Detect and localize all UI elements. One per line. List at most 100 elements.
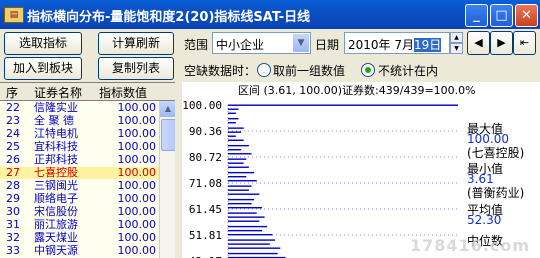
- row-stock-name: 全 聚 德: [34, 114, 74, 127]
- histogram-bar: [228, 247, 281, 249]
- row-stock-name: 七喜控股: [34, 166, 78, 179]
- radio-prev-value[interactable]: [257, 63, 271, 77]
- histogram-bar: [228, 189, 249, 191]
- spin-up-icon[interactable]: ▲: [450, 32, 463, 43]
- copy-list-button[interactable]: 复制列表: [98, 57, 174, 80]
- row-indicator-value: 100.00: [117, 205, 157, 218]
- watermark: 178416.com: [410, 236, 531, 255]
- date-day: 19日: [414, 38, 442, 52]
- row-stock-name: 江特电机: [34, 127, 78, 140]
- row-index: 25: [6, 140, 20, 153]
- histogram-bar: [228, 243, 270, 245]
- table-row[interactable]: 25 宜科科技 100.00: [0, 141, 175, 153]
- table-row[interactable]: 26 正邦科技 100.00: [0, 154, 175, 166]
- row-indicator-value: 100.00: [117, 231, 157, 244]
- histogram-bar: [228, 185, 252, 187]
- row-stock-name: 三钢闽光: [34, 179, 78, 192]
- histogram-bar: [228, 166, 249, 168]
- spin-down-icon[interactable]: ▼: [450, 43, 463, 54]
- table-row[interactable]: 23 全 聚 德 100.00: [0, 115, 175, 127]
- histogram-bar: [228, 212, 257, 214]
- table-row[interactable]: 30 宋信股份 100.00: [0, 206, 175, 218]
- histogram-bar: [228, 135, 236, 137]
- table-row[interactable]: 31 丽江旅游 100.00: [0, 219, 175, 231]
- stock-table[interactable]: 序 证券名称 指标数值 22 信隆实业 100.00 23 全 聚 德 100.00 24 江…: [0, 82, 175, 258]
- row-stock-name: 宋信股份: [34, 205, 78, 218]
- row-index: 27: [6, 166, 20, 179]
- add-to-block-button[interactable]: 加入到板块: [4, 57, 82, 80]
- scroll-thumb[interactable]: [161, 119, 175, 151]
- histogram-bar: [228, 207, 262, 209]
- table-row[interactable]: 24 江特电机 100.00: [0, 128, 175, 140]
- distribution-chart: 区间 (3.61, 100.00)证券数:439/439=100.0% 100.0…: [182, 82, 540, 258]
- histogram-bar: [228, 117, 239, 120]
- radio-exclude-label: 不统计在内: [378, 64, 439, 78]
- table-row[interactable]: 28 三钢闽光 100.00: [0, 180, 175, 192]
- row-index: 30: [6, 205, 20, 218]
- empty-data-label: 空缺数据时：: [184, 64, 257, 78]
- header-name[interactable]: 证券名称: [34, 84, 82, 101]
- range-label: 范围: [184, 38, 209, 52]
- date-value: 2010年 7月19日: [348, 36, 442, 53]
- next-day-button[interactable]: ▶: [490, 31, 513, 55]
- row-index: 32: [6, 231, 20, 244]
- histogram-bar: [228, 162, 244, 164]
- table-scrollbar[interactable]: ▲: [159, 101, 175, 258]
- radio-exclude[interactable]: [361, 63, 375, 77]
- date-label: 日期: [315, 38, 340, 52]
- scroll-up-icon[interactable]: ▲: [160, 101, 175, 117]
- histogram-bar: [228, 139, 244, 141]
- date-year: 2010年: [348, 38, 391, 52]
- histogram-bar: [228, 220, 260, 222]
- row-indicator-value: 100.00: [117, 140, 157, 153]
- histogram-bar: [228, 171, 255, 174]
- chart-app-icon[interactable]: ▤: [4, 7, 24, 23]
- row-index: 28: [6, 179, 20, 192]
- chevron-down-icon[interactable]: ▼: [293, 34, 309, 52]
- radio-prev-label: 取前一组数值: [273, 64, 346, 78]
- y-tick-label: 71.08: [189, 177, 222, 190]
- avg-value: 52.30: [467, 213, 502, 227]
- y-tick-label: 100.00: [182, 99, 222, 112]
- histogram-bar: [228, 158, 247, 160]
- first-day-button[interactable]: ⇤: [513, 31, 536, 55]
- close-button[interactable]: ✕: [515, 4, 538, 27]
- table-header: 序 证券名称 指标数值: [0, 83, 175, 101]
- row-indicator-value: 100.00: [117, 127, 157, 140]
- row-indicator-value: 100.00: [117, 153, 157, 166]
- header-value[interactable]: 指标数值: [99, 84, 147, 101]
- range-value: 中小企业: [216, 38, 265, 52]
- y-tick-label: 80.72: [189, 151, 222, 164]
- histogram-bar: [228, 225, 268, 228]
- row-index: 22: [6, 101, 20, 114]
- calc-refresh-button[interactable]: 计算刷新: [98, 32, 174, 55]
- row-stock-name: 丽江旅游: [34, 218, 78, 231]
- date-picker[interactable]: 2010年 7月19日: [344, 32, 450, 54]
- histogram-bar: [228, 127, 244, 129]
- title-bar[interactable]: ▤ 指标横向分布-量能饱和度2(20)指标线SAT-日线 _ □ ✕: [0, 0, 540, 29]
- table-row[interactable]: 33 中钢天源 100.00: [0, 245, 175, 257]
- range-select[interactable]: 中小企业 ▼: [212, 32, 311, 54]
- date-spinner[interactable]: ▲ ▼: [450, 32, 463, 54]
- window-title: 指标横向分布-量能饱和度2(20)指标线SAT-日线: [27, 10, 311, 25]
- row-index: 24: [6, 127, 20, 140]
- row-indicator-value: 100.00: [117, 192, 157, 205]
- minimize-button[interactable]: _: [465, 4, 488, 27]
- histogram-bar: [228, 131, 242, 133]
- row-indicator-value: 100.00: [117, 166, 157, 179]
- row-indicator-value: 100.00: [117, 114, 157, 127]
- header-index[interactable]: 序: [6, 84, 18, 101]
- indicator-distribution-window: ▤ 指标横向分布-量能饱和度2(20)指标线SAT-日线 _ □ ✕ 选取指标 …: [0, 0, 540, 258]
- date-month: 7月: [390, 38, 414, 52]
- table-row[interactable]: 22 信隆实业 100.00: [0, 102, 175, 114]
- histogram-bar: [228, 180, 257, 182]
- table-row[interactable]: 32 露天煤业 100.00: [0, 232, 175, 244]
- histogram-bar: [228, 104, 458, 106]
- histogram-bar: [228, 149, 242, 151]
- table-row[interactable]: 27 七喜控股 100.00: [0, 167, 175, 179]
- maximize-button[interactable]: □: [490, 4, 513, 27]
- table-row[interactable]: 29 顺络电子 100.00: [0, 193, 175, 205]
- prev-day-button[interactable]: ◀: [467, 31, 490, 55]
- y-tick-label: 90.36: [189, 125, 222, 138]
- select-indicator-button[interactable]: 选取指标: [4, 32, 82, 55]
